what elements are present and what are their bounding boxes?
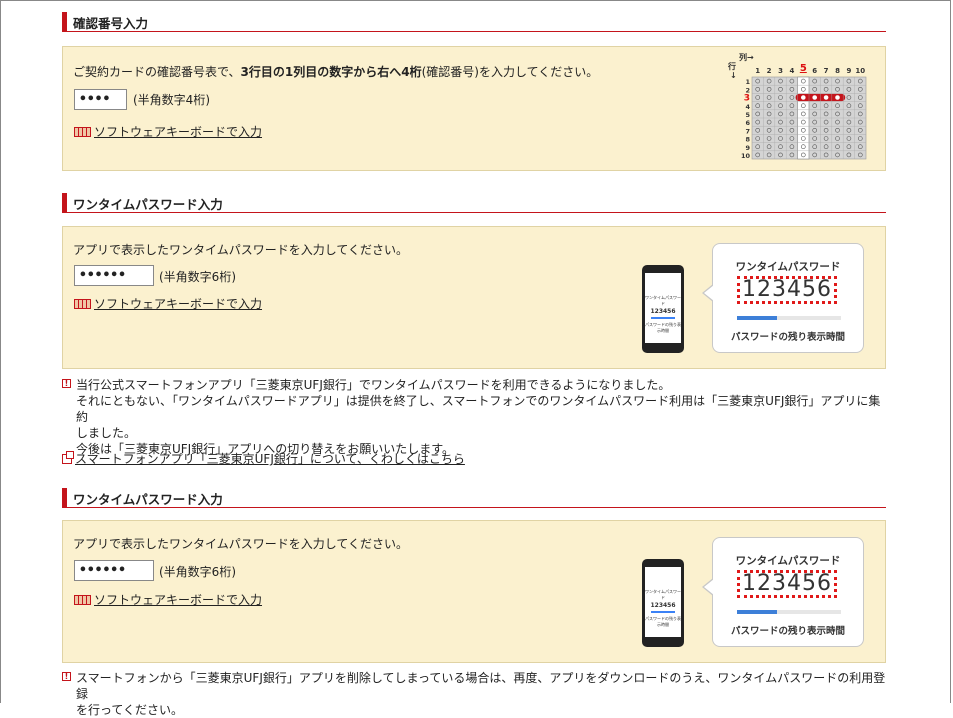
phone-screen-number: 123456 xyxy=(650,602,676,609)
confirmation-input-hint: (半角数字4桁) xyxy=(133,93,210,107)
phone-screen-title: ワンタイムパスワード xyxy=(645,589,681,600)
grid-column-header: 4 xyxy=(789,67,794,75)
grid-cell xyxy=(823,95,829,100)
grid-column-header: 8 xyxy=(835,67,840,75)
grid-row-axis-label: 行 xyxy=(727,61,736,71)
grid-column-header: 1 xyxy=(755,67,760,75)
notice-line: を行ってください。 xyxy=(76,703,184,717)
otp-callout: ワンタイムパスワード 123456 パスワードの残り表示時間 xyxy=(702,537,864,647)
callout-title: ワンタイムパスワード xyxy=(735,555,841,567)
software-keyboard-label: ソフトウェアキーボードで入力 xyxy=(94,297,263,311)
grid-cell xyxy=(835,95,840,100)
otp-panel-2: アプリで表示したワンタイムパスワードを入力してください。 •••••• (半角数… xyxy=(62,520,886,663)
heading-text: ワンタイムパスワード入力 xyxy=(73,197,223,212)
software-keyboard-link[interactable]: ソフトウェアキーボードで入力 xyxy=(74,123,262,140)
otp-instruction: アプリで表示したワンタイムパスワードを入力してください。 xyxy=(73,243,409,257)
software-keyboard-label: ソフトウェアキーボードで入力 xyxy=(94,593,263,607)
confirmation-number-input[interactable]: •••• xyxy=(74,89,127,110)
notice-line: 当行公式スマートフォンアプリ「三菱東京UFJ銀行」でワンタイムパスワードを利用で… xyxy=(76,378,671,392)
callout-title: ワンタイムパスワード xyxy=(735,261,841,273)
grid-column-header: 7 xyxy=(824,67,829,75)
otp-input-hint: (半角数字6桁) xyxy=(159,565,236,579)
grid-cell xyxy=(801,95,806,100)
section-heading-otp-2: ワンタイムパスワード入力 xyxy=(62,488,886,508)
notice-line: スマートフォンから「三菱東京UFJ銀行」アプリを削除してしまっている場合は、再度… xyxy=(76,671,886,701)
otp-callout: ワンタイムパスワード 123456 パスワードの残り表示時間 xyxy=(702,243,864,353)
smartphone-illustration: ワンタイムパスワード 123456 パスワードの残り表示時間 xyxy=(642,265,684,353)
grid-row-header: 8 xyxy=(745,136,750,144)
grid-cell xyxy=(812,95,817,100)
grid-row-header: 4 xyxy=(745,103,750,111)
heading-bar xyxy=(62,488,67,507)
app-info-link-label: スマートフォンアプリ「三菱東京UFJ銀行」について、くわしくはこちら xyxy=(75,452,465,466)
callout-progress xyxy=(737,316,841,320)
otp-input-hint: (半角数字6桁) xyxy=(159,270,236,284)
phone-screen-footer: パスワードの残り表示時間 xyxy=(645,322,681,333)
confirmation-grid: 列→行↓ 1 2 3 4 5 6 7 8 9 1012345678910 xyxy=(727,52,867,160)
software-keyboard-link[interactable]: ソフトウェアキーボードで入力 xyxy=(74,295,262,312)
section-heading-confirmation: 確認番号入力 xyxy=(62,12,886,32)
phone-screen: ワンタイムパスワード 123456 パスワードの残り表示時間 xyxy=(645,567,681,637)
instruction-post: (確認番号)を入力してください。 xyxy=(421,65,599,79)
callout-footer: パスワードの残り表示時間 xyxy=(730,626,845,637)
grid-column-header: 3 xyxy=(778,67,783,75)
phone-screen-footer: パスワードの残り表示時間 xyxy=(645,616,681,627)
notice-icon: ! xyxy=(62,379,71,388)
keyboard-icon xyxy=(74,127,91,137)
otp-instruction: アプリで表示したワンタイムパスワードを入力してください。 xyxy=(73,537,409,551)
grid-row-header: 10 xyxy=(741,152,751,160)
notice-line: それにともない、「ワンタイムパスワードアプリ」は提供を終了し、スマートフォンでの… xyxy=(76,394,881,424)
phone-screen-title: ワンタイムパスワード xyxy=(645,295,681,306)
callout-number: 123456 xyxy=(737,276,837,304)
grid-column-header: 5 xyxy=(800,63,807,74)
section-heading-otp: ワンタイムパスワード入力 xyxy=(62,193,886,213)
phone-screen-progress xyxy=(651,317,675,319)
heading-bar xyxy=(62,12,67,31)
grid-column-header: 6 xyxy=(812,67,817,75)
app-reinstall-notice: ! スマートフォンから「三菱東京UFJ銀行」アプリを削除してしまっている場合は、… xyxy=(62,670,892,718)
grid-row-header: 6 xyxy=(745,119,750,127)
grid-row-header: 9 xyxy=(745,144,750,152)
grid-row-arrow: ↓ xyxy=(730,71,737,80)
phone-screen-number: 123456 xyxy=(650,308,676,315)
keyboard-icon xyxy=(74,595,91,605)
grid-column-header: 10 xyxy=(855,67,865,75)
keyboard-icon xyxy=(74,299,91,309)
app-info-link[interactable]: スマートフォンアプリ「三菱東京UFJ銀行」について、くわしくはこちら xyxy=(62,450,465,467)
grid-row-header: 5 xyxy=(745,111,750,119)
otp-input[interactable]: •••••• xyxy=(74,265,154,286)
callout-progress-fill xyxy=(737,610,777,614)
grid-row-header: 7 xyxy=(745,127,750,135)
external-link-icon xyxy=(62,451,74,464)
instruction-pre: ご契約カードの確認番号表で、 xyxy=(73,65,241,79)
callout-footer: パスワードの残り表示時間 xyxy=(730,332,845,343)
grid-col-axis-label: 列→ xyxy=(739,52,754,62)
callout-number: 123456 xyxy=(737,570,837,598)
software-keyboard-label: ソフトウェアキーボードで入力 xyxy=(94,125,263,139)
grid-column-header: 2 xyxy=(767,67,772,75)
instruction-bold: 3行目の1列目の数字から右へ4桁 xyxy=(240,65,422,79)
notice-line: しました。 xyxy=(76,426,137,440)
heading-text: ワンタイムパスワード入力 xyxy=(73,492,223,507)
heading-bar xyxy=(62,193,67,212)
heading-text: 確認番号入力 xyxy=(73,16,149,31)
callout-progress-fill xyxy=(737,316,777,320)
grid-row-header: 1 xyxy=(745,78,750,86)
notice-icon: ! xyxy=(62,672,71,681)
smartphone-illustration: ワンタイムパスワード 123456 パスワードの残り表示時間 xyxy=(642,559,684,647)
app-migration-notice: ! 当行公式スマートフォンアプリ「三菱東京UFJ銀行」でワンタイムパスワードを利… xyxy=(62,377,892,457)
callout-progress xyxy=(737,610,841,614)
phone-screen: ワンタイムパスワード 123456 パスワードの残り表示時間 xyxy=(645,273,681,343)
otp-input[interactable]: •••••• xyxy=(74,560,154,581)
grid-column-header: 9 xyxy=(846,67,851,75)
software-keyboard-link[interactable]: ソフトウェアキーボードで入力 xyxy=(74,591,262,608)
phone-screen-progress xyxy=(651,611,675,613)
otp-panel: アプリで表示したワンタイムパスワードを入力してください。 •••••• (半角数… xyxy=(62,226,886,369)
confirmation-panel: ご契約カードの確認番号表で、3行目の1列目の数字から右へ4桁(確認番号)を入力し… xyxy=(62,46,886,171)
confirmation-instruction: ご契約カードの確認番号表で、3行目の1列目の数字から右へ4桁(確認番号)を入力し… xyxy=(73,63,598,80)
